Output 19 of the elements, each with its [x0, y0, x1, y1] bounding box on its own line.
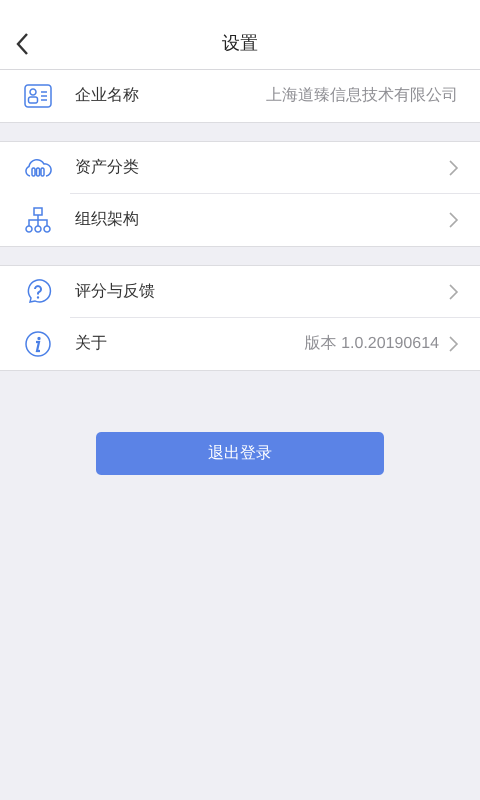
- info-icon: [24, 330, 52, 358]
- settings-row[interactable]: 关于 版本 1.0.20190614: [0, 318, 480, 370]
- row-value: 上海道臻信息技术有限公司: [266, 86, 458, 106]
- id-card-icon: [24, 84, 52, 108]
- row-value: 版本 1.0.20190614: [304, 334, 439, 354]
- org-chart-icon: [24, 207, 52, 233]
- row-label: 企业名称: [75, 86, 139, 106]
- page-title: 设置: [222, 32, 258, 55]
- logout-button[interactable]: 退出登录: [96, 432, 384, 475]
- settings-row[interactable]: 企业名称 上海道臻信息技术有限公司: [0, 70, 480, 122]
- row-label: 评分与反馈: [75, 282, 155, 302]
- settings-row[interactable]: 评分与反馈: [0, 266, 480, 318]
- back-icon: [15, 32, 29, 56]
- cloud-icon: [23, 158, 53, 178]
- settings-row[interactable]: 组织架构: [0, 194, 480, 246]
- row-label: 组织架构: [75, 210, 139, 230]
- row-label: 资产分类: [75, 158, 139, 178]
- settings-row[interactable]: 资产分类: [0, 142, 480, 194]
- row-label: 关于: [75, 334, 107, 354]
